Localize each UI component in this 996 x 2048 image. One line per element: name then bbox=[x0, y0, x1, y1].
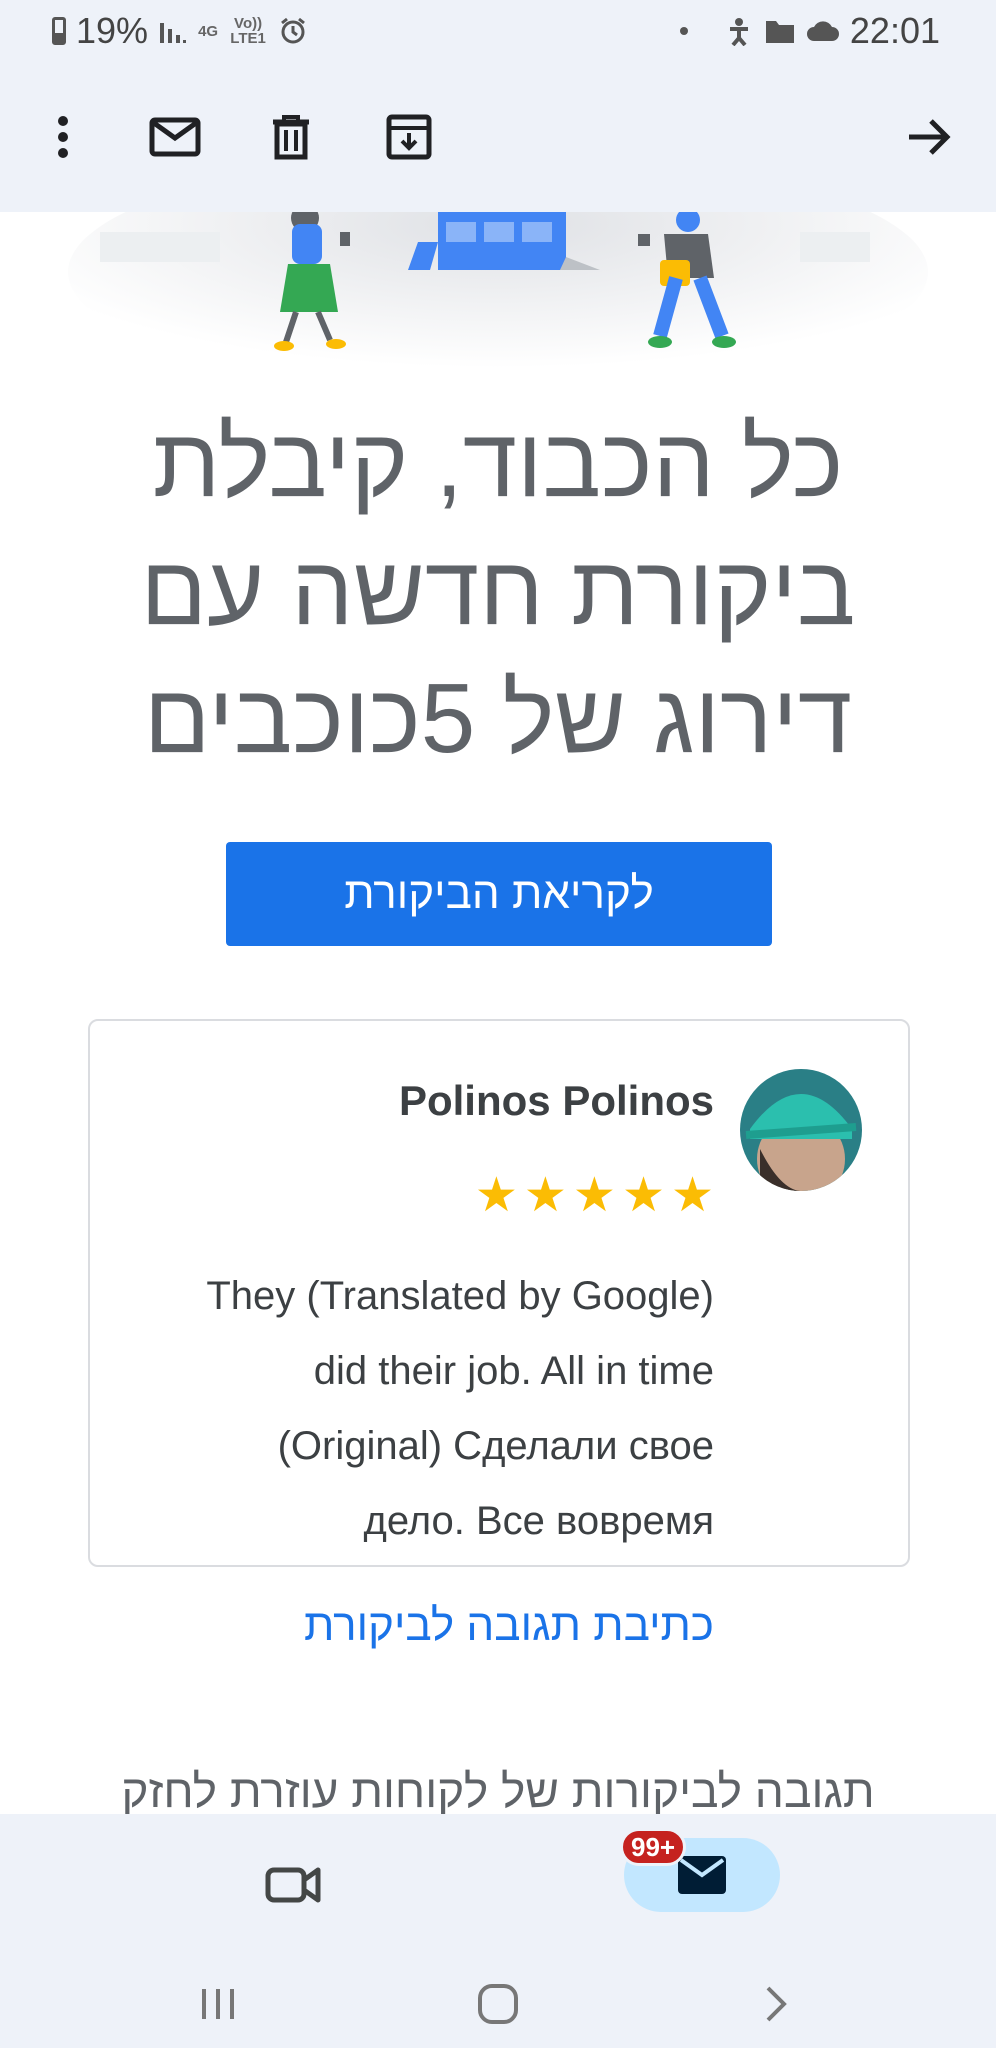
forward-icon[interactable] bbox=[894, 102, 964, 172]
system-nav-bar bbox=[0, 1964, 996, 2048]
meet-video-icon[interactable] bbox=[262, 1854, 324, 1916]
status-right: 22:01 bbox=[679, 10, 940, 52]
network-type: 4G bbox=[198, 22, 219, 40]
recent-apps-icon[interactable] bbox=[188, 1974, 248, 2034]
review-text-line: They (Translated by Google) bbox=[206, 1274, 714, 1318]
reviewer-name: Polinos Polinos bbox=[398, 1077, 714, 1124]
battery-level: 19% bbox=[76, 10, 149, 51]
email-toolbar bbox=[0, 62, 996, 212]
headline-line: ביקורת חדשה עם bbox=[140, 535, 856, 645]
review-text-line: (Original) Сделали свое bbox=[277, 1424, 714, 1468]
review-text: They (Translated by Google) did their jo… bbox=[154, 1259, 714, 1559]
review-text-line: did their job. All in time bbox=[313, 1349, 714, 1393]
headline-line: דירוג של 5כוכבים bbox=[143, 663, 853, 773]
archive-icon[interactable] bbox=[374, 102, 444, 172]
back-icon[interactable] bbox=[746, 1974, 806, 2034]
delete-icon[interactable] bbox=[256, 102, 326, 172]
mail-icon bbox=[678, 1856, 726, 1894]
avatar bbox=[740, 1069, 862, 1191]
alarm-icon bbox=[281, 17, 306, 44]
battery-icon bbox=[52, 17, 66, 45]
mail-badge: 99+ bbox=[620, 1828, 687, 1866]
review-text-line: дело. Все вовремя bbox=[363, 1499, 714, 1543]
accessibility-icon bbox=[729, 18, 748, 46]
clock: 22:01 bbox=[849, 10, 940, 51]
home-icon[interactable] bbox=[468, 1974, 528, 2034]
footer-text-cut: תגובה לביקורות של לקוחות עוזרת לחזק bbox=[121, 1765, 875, 1814]
read-review-button[interactable]: לקריאת הביקורת bbox=[226, 842, 772, 946]
reply-to-review-link[interactable]: כתיבת תגובה לביקורת bbox=[304, 1601, 714, 1651]
folder-icon bbox=[765, 21, 794, 43]
status-bar: 19% 4G Vo)) LTE1 22:01 bbox=[0, 0, 996, 62]
more-vert-icon[interactable] bbox=[28, 102, 98, 172]
email-headline: כל הכבוד, קיבלת ביקורת חדשה עם דירוג של … bbox=[100, 398, 896, 782]
star-icon: ★ bbox=[621, 1167, 665, 1223]
star-icon: ★ bbox=[670, 1167, 714, 1223]
notification-dot-icon bbox=[679, 27, 688, 35]
star-icon: ★ bbox=[523, 1167, 567, 1223]
volte-indicator: Vo)) LTE1 bbox=[230, 15, 266, 47]
cloud-icon bbox=[806, 21, 839, 41]
star-icon: ★ bbox=[474, 1167, 518, 1223]
star-rating: ★ ★ ★ ★ ★ bbox=[475, 1171, 714, 1219]
mark-unread-icon[interactable] bbox=[140, 102, 210, 172]
email-body: כל הכבוד, קיבלת ביקורת חדשה עם דירוג של … bbox=[0, 212, 996, 1814]
review-card: Polinos Polinos ★ ★ ★ ★ ★ They (Translat… bbox=[88, 1019, 910, 1650]
status-left: 19% 4G Vo)) LTE1 bbox=[52, 10, 308, 52]
illustration-image bbox=[68, 212, 928, 392]
bottom-nav: 99+ bbox=[0, 1814, 996, 1964]
star-icon: ★ bbox=[572, 1167, 616, 1223]
headline-line: כל הכבוד, קיבלת bbox=[152, 407, 844, 517]
signal-icon bbox=[160, 23, 187, 43]
